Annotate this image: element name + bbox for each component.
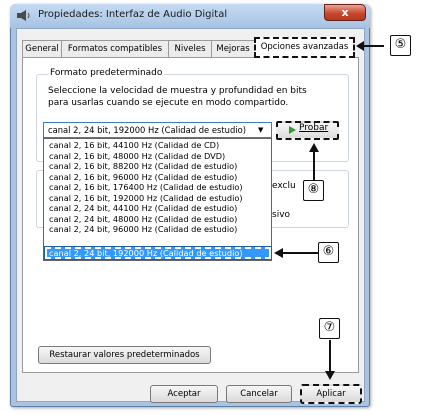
apply-button[interactable]: Aplicar — [300, 384, 362, 404]
cancel-button[interactable]: Cancelar — [226, 385, 292, 403]
format-option[interactable]: canal 2, 24 bit, 48000 Hz (Calidad de es… — [49, 214, 237, 224]
callout-6: ⑥ — [318, 242, 339, 263]
tab-levels[interactable]: Niveles — [168, 40, 212, 58]
format-option-selected[interactable]: canal 2, 24 bit, 192000 Hz (Calidad de e… — [49, 248, 243, 258]
speaker-icon — [17, 10, 30, 21]
exclusive-text-fragment-2: sivo — [272, 210, 291, 220]
play-icon — [289, 126, 296, 134]
format-option[interactable]: canal 2, 16 bit, 192000 Hz (Calidad de e… — [49, 193, 243, 203]
window-title: Propiedades: Interfaz de Audio Digital — [38, 9, 228, 20]
format-option[interactable]: canal 2, 24 bit, 96000 Hz (Calidad de es… — [49, 224, 237, 234]
format-option[interactable]: canal 2, 16 bit, 176400 Hz (Calidad de e… — [49, 182, 243, 192]
test-button-label: Probar — [299, 123, 329, 133]
format-option[interactable]: canal 2, 16 bit, 96000 Hz (Calidad de es… — [49, 172, 237, 182]
default-format-combobox[interactable]: canal 2, 24 bit, 192000 Hz (Calidad de e… — [43, 122, 272, 138]
exclusive-text-fragment: exclu — [272, 181, 296, 191]
format-description: Seleccione la velocidad de muestra y pro… — [48, 86, 307, 108]
accept-button[interactable]: Aceptar — [150, 385, 218, 403]
tab-general[interactable]: General — [22, 40, 62, 58]
format-option[interactable]: canal 2, 16 bit, 48000 Hz (Calidad de DV… — [49, 151, 225, 161]
tab-enhancements[interactable]: Mejoras — [211, 40, 255, 58]
close-button[interactable]: x — [324, 4, 366, 21]
callout-5: ⑤ — [390, 35, 411, 56]
group-legend: Formato predeterminado — [48, 68, 165, 78]
callout-8: ⑧ — [303, 180, 324, 201]
format-option[interactable]: canal 2, 24 bit, 44100 Hz (Calidad de es… — [49, 203, 237, 213]
format-option[interactable]: canal 2, 16 bit, 44100 Hz (Calidad de CD… — [49, 140, 219, 150]
tab-supported-formats[interactable]: Formatos compatibles — [61, 40, 169, 58]
chevron-down-icon[interactable]: ▼ — [258, 126, 263, 134]
callout-7: ⑦ — [319, 318, 340, 339]
format-option[interactable]: canal 2, 16 bit, 88200 Hz (Calidad de es… — [49, 161, 237, 171]
tab-advanced-options[interactable]: Opciones avanzadas — [254, 37, 355, 58]
restore-defaults-button[interactable]: Restaurar valores predeterminados — [38, 346, 211, 364]
